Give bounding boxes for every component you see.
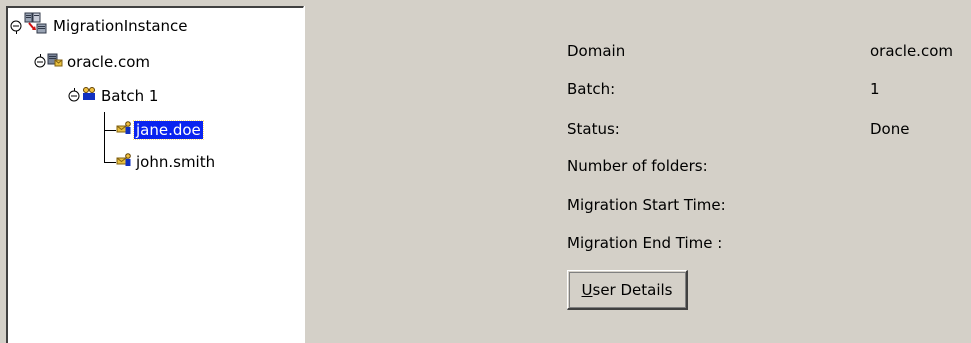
status-label: Status:: [567, 120, 620, 138]
user-details-panel: Domain oracle.com Batch: 1 Status: Done …: [310, 6, 971, 343]
button-mnemonic: U: [581, 280, 593, 299]
batch-value: 1: [870, 80, 880, 98]
tree-node-label: MigrationInstance: [53, 17, 188, 35]
tree-node-label: Batch 1: [101, 87, 159, 105]
collapse-toggle-icon[interactable]: [34, 56, 46, 68]
tree-node-migration-instance[interactable]: MigrationInstance: [10, 12, 190, 36]
migration-tree[interactable]: MigrationInstance oracle.com Batch 1 jan…: [6, 6, 304, 343]
migration-instance-icon: [23, 12, 49, 40]
tree-node-label: jane.doe: [133, 120, 204, 140]
tree-connector: [104, 130, 116, 131]
mail-user-icon: [116, 120, 132, 140]
batch-users-icon: [81, 86, 97, 106]
tree-node-user-john-smith[interactable]: john.smith: [116, 152, 217, 172]
migration-start-time-label: Migration Start Time:: [567, 196, 726, 214]
batch-label: Batch:: [567, 80, 616, 98]
domain-label: Domain: [567, 42, 626, 60]
domain-value: oracle.com: [870, 42, 953, 60]
tree-node-domain[interactable]: oracle.com: [34, 52, 152, 72]
migration-app: MigrationInstance oracle.com Batch 1 jan…: [0, 0, 971, 343]
button-label: ser Details: [592, 280, 673, 299]
tree-connector: [104, 112, 105, 162]
folder-count-label: Number of folders:: [567, 157, 708, 175]
mail-user-icon: [116, 152, 132, 172]
user-details-button[interactable]: User Details: [567, 270, 688, 310]
domain-server-icon: [47, 52, 63, 72]
tree-connector: [104, 162, 116, 163]
collapse-toggle-icon[interactable]: [10, 20, 22, 32]
tree-node-user-jane-doe[interactable]: jane.doe: [116, 120, 204, 140]
collapse-toggle-icon[interactable]: [68, 90, 80, 102]
status-value: Done: [870, 120, 910, 138]
tree-node-batch[interactable]: Batch 1: [68, 86, 160, 106]
tree-node-label: oracle.com: [67, 53, 150, 71]
migration-end-time-label: Migration End Time :: [567, 234, 723, 252]
tree-node-label: john.smith: [136, 153, 216, 171]
